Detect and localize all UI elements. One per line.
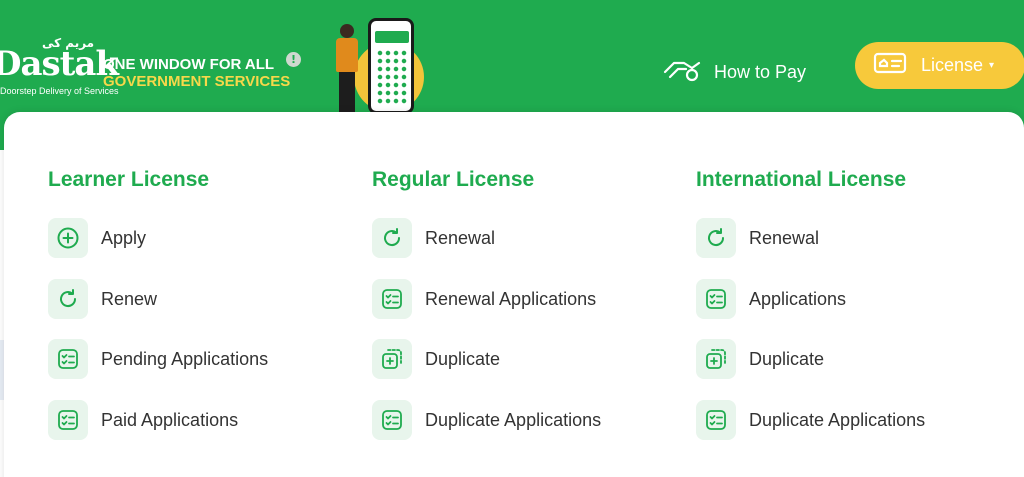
- checklist-icon: [372, 400, 412, 440]
- menu-item-label: Paid Applications: [101, 409, 239, 430]
- menu-item-international-duplicate-applications[interactable]: Duplicate Applications: [696, 400, 925, 440]
- menu-item-label: Renewal: [425, 227, 496, 248]
- menu-item-international-applications[interactable]: Applications: [696, 279, 846, 319]
- license-dropdown-menu: Learner License Apply Renew Pending Appl…: [4, 112, 1024, 477]
- handshake-icon: [662, 56, 702, 89]
- menu-column-title: Regular License: [372, 168, 535, 191]
- license-dropdown-button[interactable]: License ▾: [855, 42, 1024, 89]
- checklist-icon: [48, 339, 88, 379]
- menu-item-label: Duplicate Applications: [425, 409, 602, 430]
- app-promo-illustration: [328, 14, 438, 118]
- menu-column-regular: Regular License Renewal Renewal Applicat…: [372, 168, 601, 440]
- dastak-logo[interactable]: مریم کی Dastak Doorstep Delivery of Serv…: [0, 30, 119, 100]
- menu-item-regular-duplicate-applications[interactable]: Duplicate Applications: [372, 400, 601, 440]
- logo-wordmark: Dastak: [0, 44, 119, 84]
- menu-item-label: Apply: [101, 227, 147, 248]
- menu-item-label: Pending Applications: [101, 348, 269, 369]
- checklist-icon: [696, 279, 736, 319]
- menu-item-label: Duplicate: [425, 348, 501, 369]
- refresh-icon: [48, 279, 88, 319]
- info-icon[interactable]: !: [286, 52, 301, 67]
- how-to-pay-link[interactable]: How to Pay: [662, 56, 806, 89]
- menu-item-international-duplicate[interactable]: Duplicate: [696, 339, 824, 379]
- phone-screen-header: [375, 31, 409, 43]
- logo-subtitle: Doorstep Delivery of Services: [0, 86, 119, 96]
- chevron-down-icon: ▾: [989, 60, 995, 71]
- menu-item-learner-pending[interactable]: Pending Applications: [48, 339, 268, 379]
- checklist-icon: [48, 400, 88, 440]
- duplicate-icon: [696, 339, 736, 379]
- duplicate-icon: [372, 339, 412, 379]
- license-card-icon: [873, 51, 907, 80]
- person-illustration: [334, 24, 360, 114]
- menu-item-label: Applications: [749, 288, 847, 309]
- menu-item-learner-apply[interactable]: Apply: [48, 218, 146, 258]
- refresh-icon: [372, 218, 412, 258]
- menu-item-label: Renewal Applications: [425, 288, 597, 309]
- menu-item-label: Renewal: [749, 227, 820, 248]
- license-label: License: [921, 55, 984, 75]
- tagline: ONE WINDOW FOR ALL GOVERNMENT SERVICES: [103, 56, 290, 90]
- menu-item-label: Renew: [101, 288, 158, 309]
- menu-item-regular-renewal-applications[interactable]: Renewal Applications: [372, 279, 596, 319]
- menu-item-label: Duplicate Applications: [749, 409, 926, 430]
- checklist-icon: [696, 400, 736, 440]
- plus-circle-icon: [48, 218, 88, 258]
- phone-screen-grid: [376, 49, 408, 105]
- checklist-icon: [372, 279, 412, 319]
- tagline-line-1: ONE WINDOW FOR ALL: [103, 56, 275, 73]
- phone-illustration: [368, 18, 414, 114]
- menu-column-title: Learner License: [48, 168, 210, 191]
- menu-column-title: International License: [696, 168, 907, 191]
- menu-item-learner-renew[interactable]: Renew: [48, 279, 157, 319]
- menu-item-learner-paid[interactable]: Paid Applications: [48, 400, 238, 440]
- menu-item-regular-duplicate[interactable]: Duplicate: [372, 339, 500, 379]
- menu-item-label: Duplicate: [749, 348, 825, 369]
- refresh-icon: [696, 218, 736, 258]
- how-to-pay-label: How to Pay: [714, 62, 807, 82]
- tagline-line-2: GOVERNMENT SERVICES: [103, 73, 291, 90]
- menu-column-learner: Learner License Apply Renew Pending Appl…: [48, 168, 268, 440]
- menu-item-regular-renewal[interactable]: Renewal: [372, 218, 495, 258]
- menu-column-international: International License Renewal Applicatio…: [696, 168, 925, 440]
- menu-item-international-renewal[interactable]: Renewal: [696, 218, 819, 258]
